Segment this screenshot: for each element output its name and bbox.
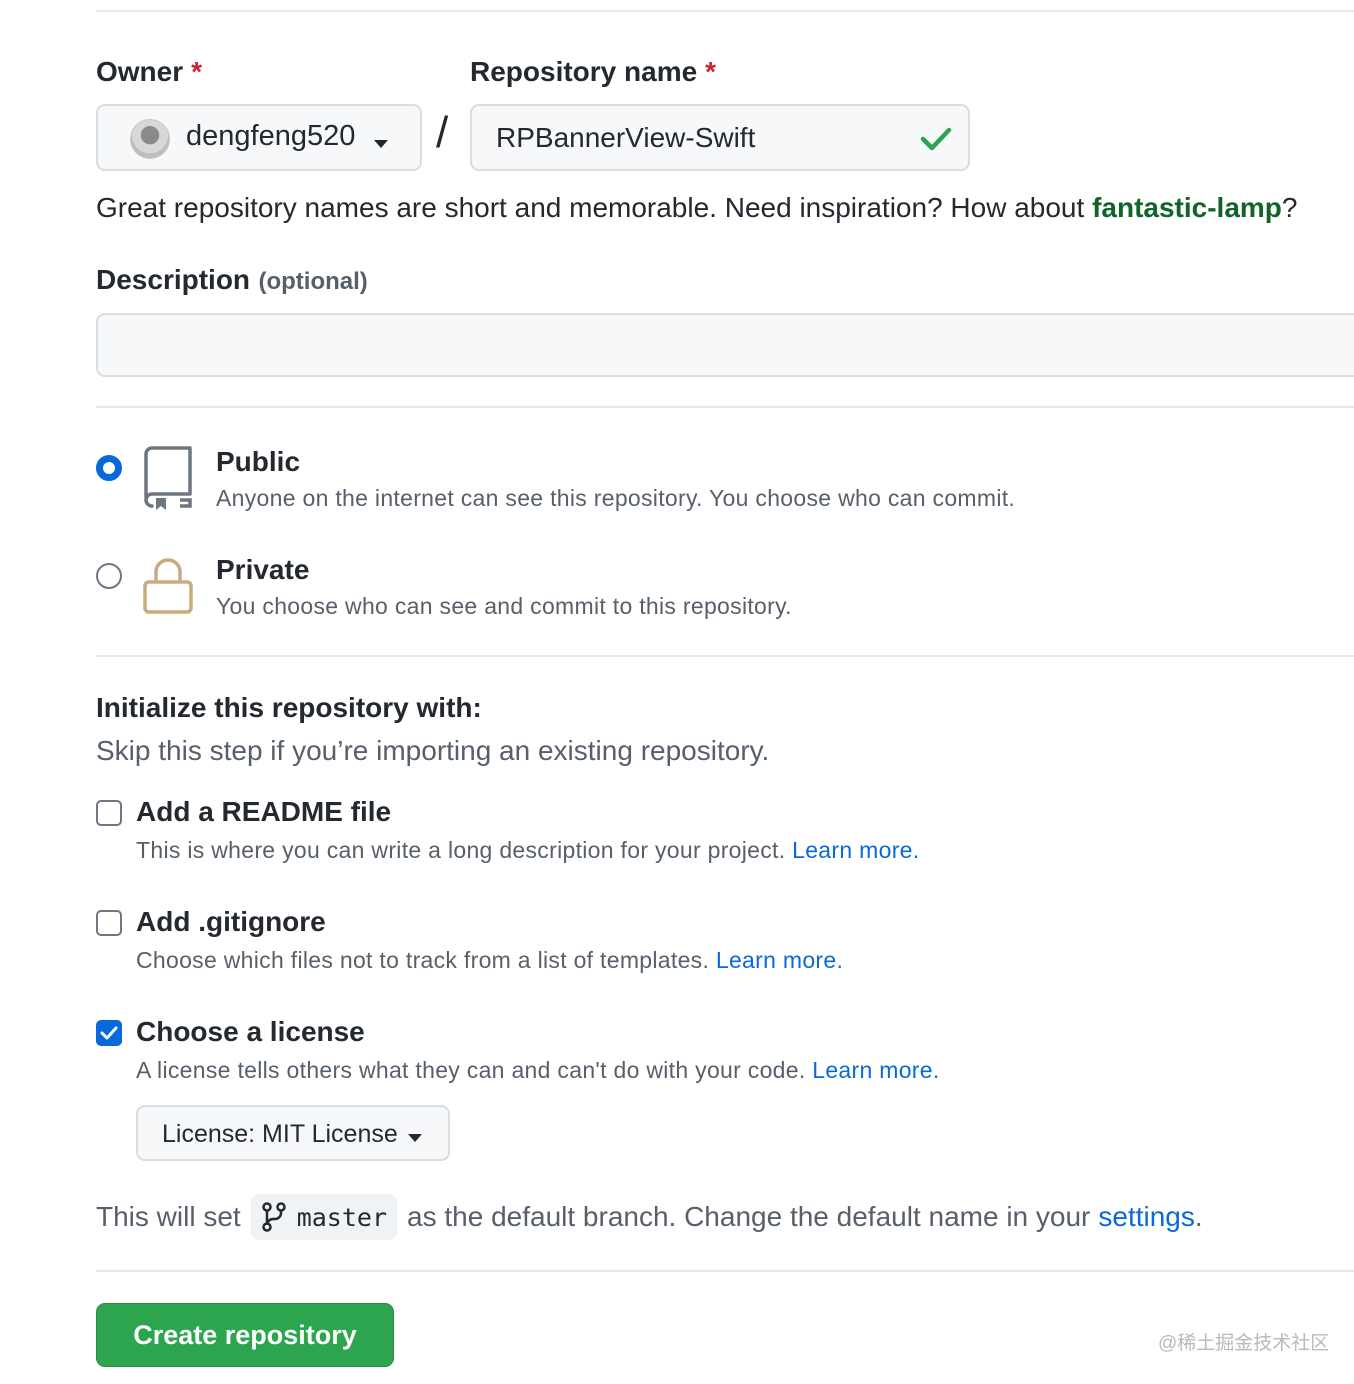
license-select[interactable]: License: MIT License (136, 1105, 450, 1161)
chevron-down-icon (374, 135, 388, 153)
gitignore-desc-text: Choose which files not to track from a l… (136, 947, 716, 973)
private-radio[interactable] (96, 563, 122, 589)
divider-visibility (96, 406, 1354, 408)
gitignore-learn-more-link[interactable]: Learn more. (716, 947, 843, 973)
readme-desc: This is where you can write a long descr… (136, 837, 919, 864)
create-repository-button[interactable]: Create repository (96, 1303, 394, 1367)
branch-prefix: This will set (96, 1201, 241, 1232)
repo-name-label-text: Repository name (470, 56, 698, 87)
public-desc: Anyone on the internet can see this repo… (216, 485, 1016, 511)
top-divider (96, 10, 1354, 12)
create-repository-label: Create repository (133, 1319, 357, 1350)
gitignore-checkbox[interactable] (96, 910, 122, 936)
repo-icon (144, 446, 192, 510)
check-icon (920, 127, 952, 151)
gitignore-title: Add .gitignore (136, 906, 326, 937)
license-desc: A license tells others what they can and… (136, 1057, 940, 1084)
readme-learn-more-link[interactable]: Learn more. (792, 837, 919, 863)
owner-avatar (130, 119, 170, 159)
description-label-text: Description (96, 264, 251, 295)
license-learn-more-link[interactable]: Learn more. (812, 1057, 939, 1083)
default-branch-note: This will set master as the default bran… (96, 1193, 1203, 1241)
branch-badge: master (250, 1194, 398, 1240)
watermark: @稀土掘金技术社区 (1158, 1333, 1330, 1354)
settings-link[interactable]: settings (1098, 1201, 1195, 1233)
gitignore-desc: Choose which files not to track from a l… (136, 947, 843, 974)
branch-suffix: . (1194, 1201, 1203, 1232)
repo-name-value: RPBannerView-Swift (496, 122, 756, 153)
owner-label: Owner * (96, 56, 202, 88)
divider-submit (96, 1270, 1354, 1272)
license-checkbox[interactable] (96, 1020, 122, 1046)
init-heading: Initialize this repository with: (96, 692, 482, 723)
description-input[interactable] (96, 313, 1354, 377)
divider-init (96, 655, 1354, 657)
owner-value: dengfeng520 (186, 120, 356, 152)
branch-name: master (296, 1202, 388, 1232)
owner-repo-separator: / (436, 108, 449, 157)
license-title: Choose a license (136, 1016, 365, 1047)
name-suggestion-link[interactable]: fantastic-lamp (1092, 192, 1282, 223)
repo-name-label: Repository name * (470, 56, 716, 88)
private-desc: You choose who can see and commit to thi… (216, 593, 792, 619)
repo-name-hint: Great repository names are short and mem… (96, 192, 1297, 224)
license-desc-text: A license tells others what they can and… (136, 1057, 813, 1083)
description-label: Description (optional) (96, 264, 368, 296)
repo-name-required-mark: * (705, 56, 717, 87)
git-branch-icon (261, 1202, 286, 1232)
repo-name-input[interactable]: RPBannerView-Swift (470, 104, 970, 171)
private-title: Private (216, 554, 310, 585)
description-optional-text: (optional) (258, 268, 368, 295)
hint-text: Great repository names are short and mem… (96, 192, 1093, 223)
owner-select[interactable]: dengfeng520 (96, 104, 422, 171)
readme-title: Add a README file (136, 796, 392, 827)
checkmark-icon (100, 1026, 118, 1040)
public-title: Public (216, 446, 301, 477)
hint-suffix: ? (1281, 192, 1298, 223)
owner-required-mark: * (191, 56, 203, 87)
license-select-value: License: MIT License (162, 1120, 398, 1148)
branch-middle-text: as the default branch. Change the defaul… (407, 1201, 1091, 1232)
init-subheading: Skip this step if you’re importing an ex… (96, 735, 770, 766)
chevron-down-icon (408, 1129, 422, 1147)
lock-icon (143, 558, 193, 614)
readme-desc-text: This is where you can write a long descr… (136, 837, 793, 863)
readme-checkbox[interactable] (96, 800, 122, 826)
owner-label-text: Owner (96, 56, 184, 87)
public-radio[interactable] (96, 455, 122, 481)
